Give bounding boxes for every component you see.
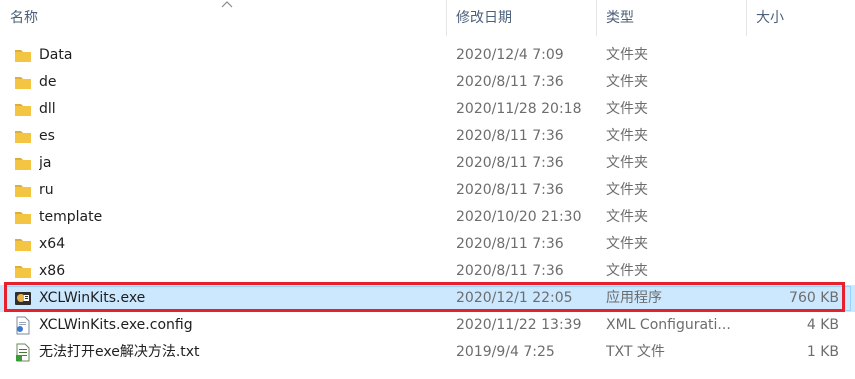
file-date-modified: 2019/9/4 7:25 [456,344,555,360]
file-row[interactable]: ja 2020/8/11 7:36 文件夹 [0,150,855,177]
file-row[interactable]: 无法打开exe解决方法.txt 2019/9/4 7:25 TXT 文件 1 KB [0,339,855,366]
application-icon [13,289,33,308]
file-type: 文件夹 [606,263,648,279]
file-row[interactable]: de 2020/8/11 7:36 文件夹 [0,69,855,96]
folder-icon [13,235,33,254]
file-size [747,69,839,96]
file-type: 文件夹 [606,74,648,90]
folder-icon [13,208,33,227]
file-type: 文件夹 [606,209,648,225]
file-date-modified: 2020/12/4 7:09 [456,47,564,63]
file-name: dll [39,101,56,117]
folder-icon [13,73,33,92]
file-date-modified: 2020/8/11 7:36 [456,155,564,171]
folder-icon [13,127,33,146]
file-row[interactable]: ru 2020/8/11 7:36 文件夹 [0,177,855,204]
file-size [747,42,839,69]
folder-icon [13,154,33,173]
column-header-type-label: 类型 [606,10,634,26]
file-row[interactable]: Data 2020/12/4 7:09 文件夹 [0,42,855,69]
file-name: ru [39,182,54,198]
file-type: XML Configurati... [606,317,731,333]
file-row[interactable]: x64 2020/8/11 7:36 文件夹 [0,231,855,258]
file-size [747,150,839,177]
file-size [747,96,839,123]
file-date-modified: 2020/11/28 20:18 [456,101,582,117]
file-date-modified: 2020/8/11 7:36 [456,128,564,144]
file-type: 文件夹 [606,155,648,171]
file-row[interactable]: XCLWinKits.exe 2020/12/1 22:05 应用程序 760 KB [0,285,855,312]
folder-icon [13,46,33,65]
file-type: 文件夹 [606,47,648,63]
file-name: 无法打开exe解决方法.txt [39,344,200,360]
text-file-icon [13,343,33,362]
file-type: 文件夹 [606,101,648,117]
file-size [747,177,839,204]
file-date-modified: 2020/8/11 7:36 [456,263,564,279]
file-name: XCLWinKits.exe.config [39,317,193,333]
file-name: es [39,128,55,144]
column-header-name[interactable]: 名称 [0,0,447,36]
file-name: Data [39,47,73,63]
file-name: XCLWinKits.exe [39,290,146,306]
file-name: template [39,209,103,225]
file-size [747,204,839,231]
file-row[interactable]: template 2020/10/20 21:30 文件夹 [0,204,855,231]
file-row[interactable]: x86 2020/8/11 7:36 文件夹 [0,258,855,285]
file-size: 4 KB [806,317,839,333]
column-header-date[interactable]: 修改日期 [447,0,597,36]
file-date-modified: 2020/8/11 7:36 [456,182,564,198]
file-date-modified: 2020/8/11 7:36 [456,74,564,90]
file-date-modified: 2020/11/22 13:39 [456,317,582,333]
column-header-bar: 名称 修改日期 类型 大小 [0,0,855,36]
column-header-size-label: 大小 [756,10,784,26]
file-name: ja [39,155,52,171]
file-name: de [39,74,57,90]
file-type: 应用程序 [606,290,662,306]
file-type: 文件夹 [606,236,648,252]
file-size [747,123,839,150]
file-name: x86 [39,263,66,279]
file-name: x64 [39,236,66,252]
file-date-modified: 2020/8/11 7:36 [456,236,564,252]
file-row[interactable]: XCLWinKits.exe.config 2020/11/22 13:39 XML… [0,312,855,339]
folder-icon [13,262,33,281]
file-date-modified: 2020/12/1 22:05 [456,290,573,306]
folder-icon [13,100,33,119]
file-size [747,231,839,258]
file-size: 760 KB [789,290,839,306]
file-type: TXT 文件 [606,344,665,360]
file-row[interactable]: dll 2020/11/28 20:18 文件夹 [0,96,855,123]
column-header-name-label: 名称 [10,10,38,26]
column-header-size[interactable]: 大小 [747,0,855,36]
file-date-modified: 2020/10/20 21:30 [456,209,582,225]
file-type: 文件夹 [606,182,648,198]
file-explorer-list: 名称 修改日期 类型 大小 Data 2020/12/4 7:09 文件夹 de 202… [0,0,855,379]
file-type: 文件夹 [606,128,648,144]
file-list: Data 2020/12/4 7:09 文件夹 de 2020/8/11 7:36 文件夹… [0,42,855,366]
column-header-date-label: 修改日期 [456,10,512,26]
column-header-type[interactable]: 类型 [597,0,747,36]
chevron-up-icon [221,1,233,8]
file-size [747,258,839,285]
file-size: 1 KB [806,344,839,360]
folder-icon [13,181,33,200]
config-file-icon [13,316,33,335]
file-row[interactable]: es 2020/8/11 7:36 文件夹 [0,123,855,150]
